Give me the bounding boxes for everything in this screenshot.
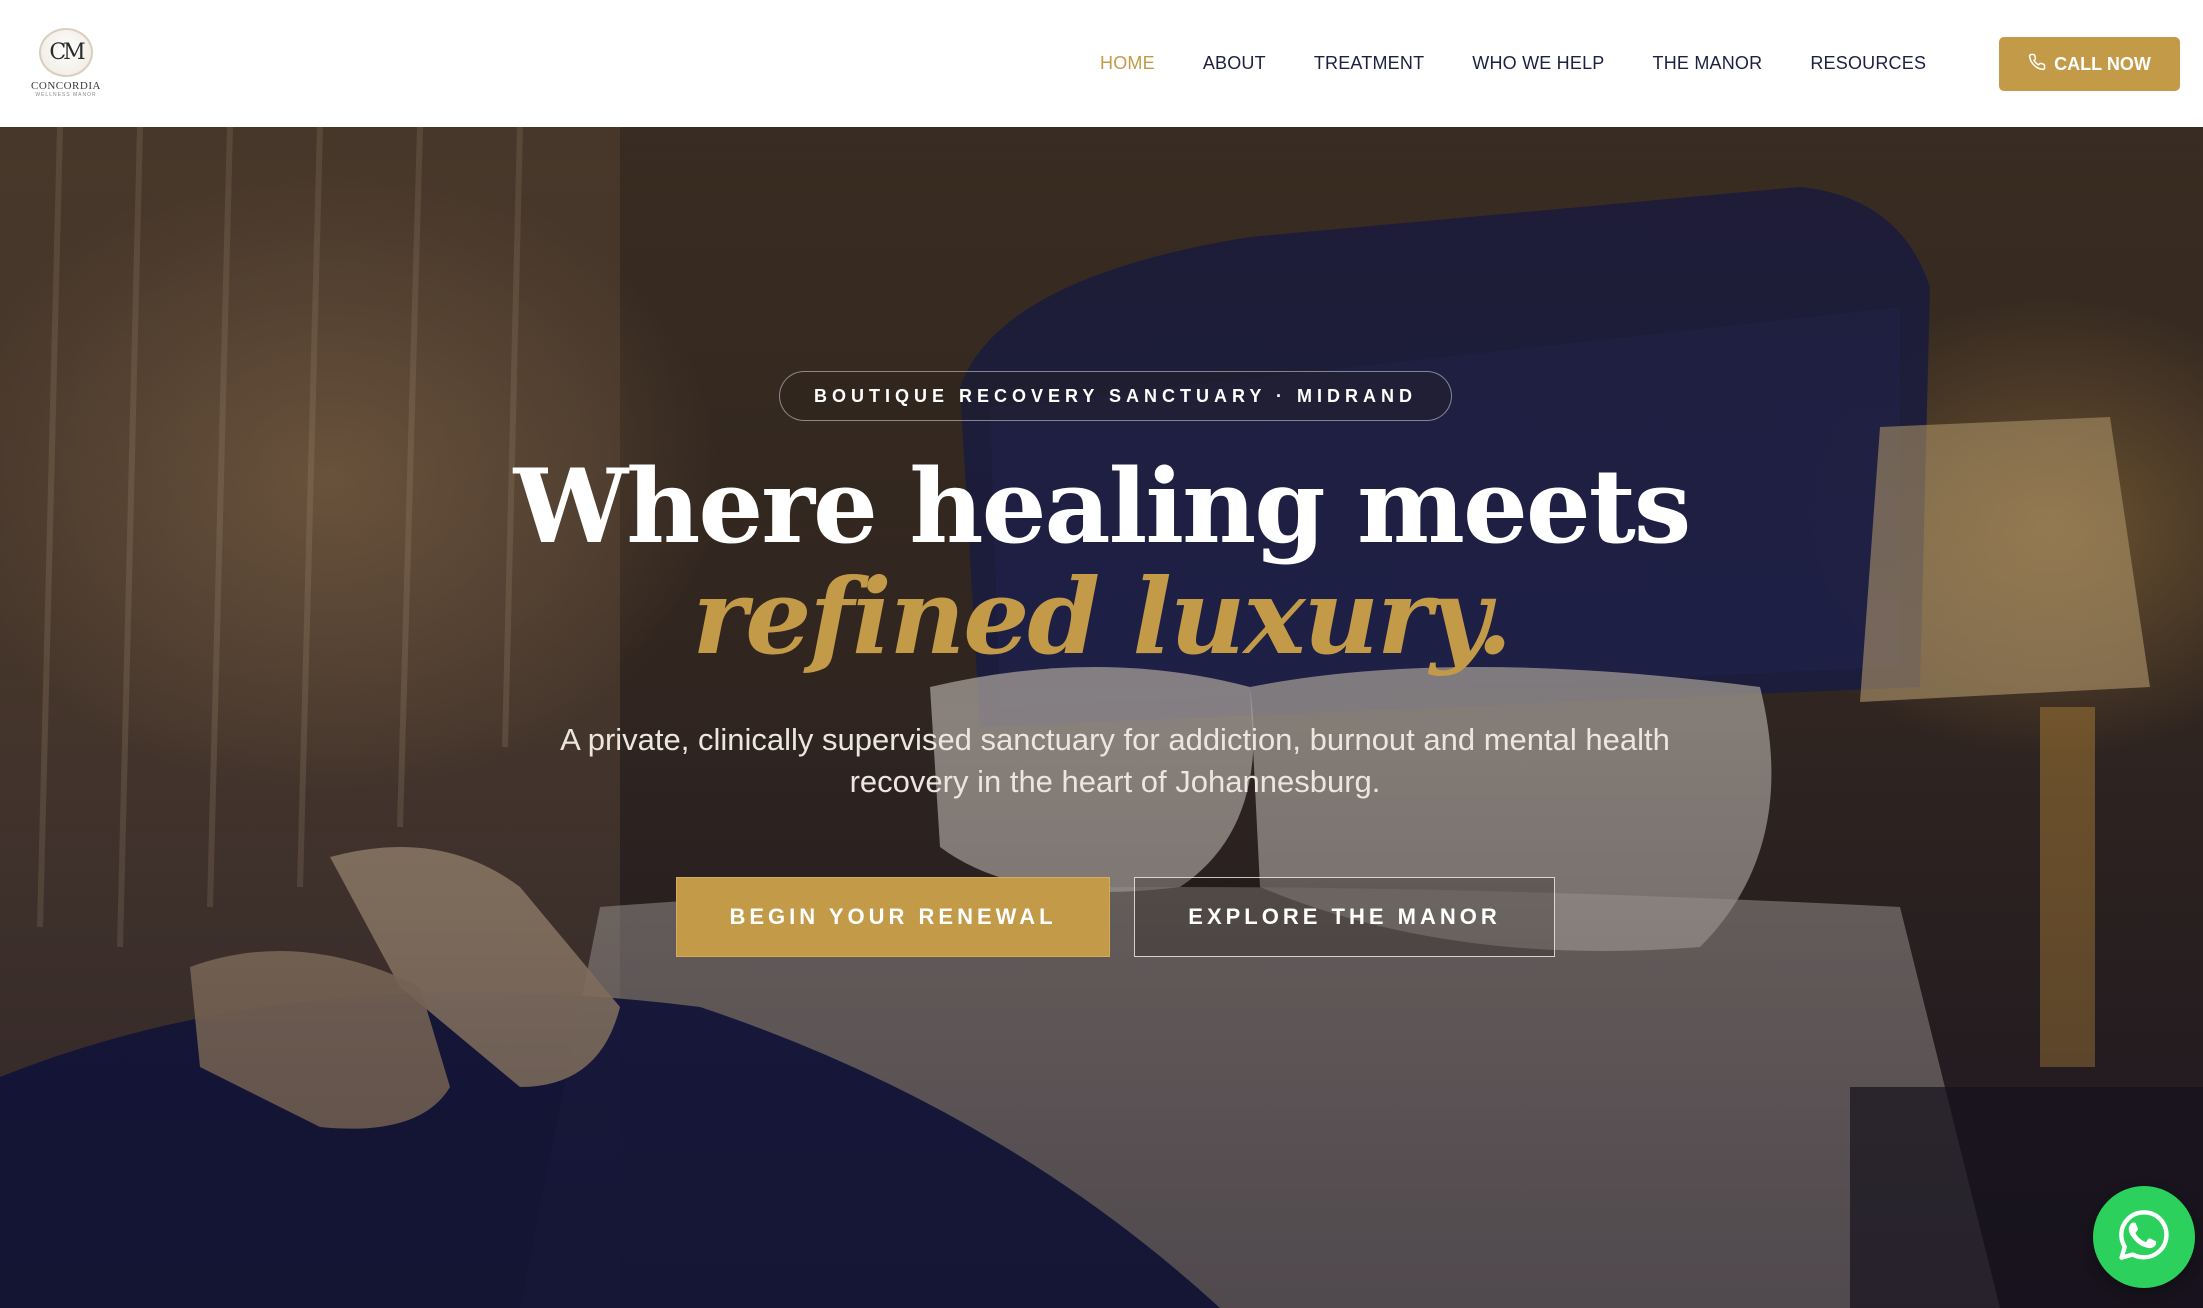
nav-item-who-we-help[interactable]: WHO WE HELP bbox=[1472, 53, 1604, 74]
whatsapp-icon bbox=[2115, 1206, 2173, 1269]
hero-headline: Where healing meets bbox=[513, 447, 1692, 567]
logo-tagline: WELLNESS MANOR bbox=[35, 92, 97, 98]
nav-item-resources[interactable]: RESOURCES bbox=[1810, 53, 1926, 74]
call-now-label: CALL NOW bbox=[2054, 53, 2151, 74]
call-now-button[interactable]: CALL NOW bbox=[1999, 37, 2180, 91]
main-nav: HOME ABOUT TREATMENT WHO WE HELP THE MAN… bbox=[1100, 0, 1974, 127]
nav-item-about[interactable]: ABOUT bbox=[1203, 53, 1266, 74]
logo-wordmark: CONCORDIA bbox=[31, 80, 101, 92]
nav-item-home[interactable]: HOME bbox=[1100, 53, 1155, 74]
hero-section: BOUTIQUE RECOVERY SANCTUARY · MIDRAND Wh… bbox=[0, 127, 2203, 1308]
begin-your-renewal-button[interactable]: BEGIN YOUR RENEWAL bbox=[676, 877, 1110, 957]
hero-headline-accent: refined luxury. bbox=[692, 555, 1512, 678]
explore-the-manor-button[interactable]: EXPLORE THE MANOR bbox=[1134, 877, 1555, 957]
nav-item-treatment[interactable]: TREATMENT bbox=[1314, 53, 1424, 74]
hero-badge: BOUTIQUE RECOVERY SANCTUARY · MIDRAND bbox=[779, 371, 1452, 421]
site-logo[interactable]: CM CONCORDIA WELLNESS MANOR bbox=[30, 28, 102, 98]
nav-item-the-manor[interactable]: THE MANOR bbox=[1653, 53, 1763, 74]
site-header: CM CONCORDIA WELLNESS MANOR HOME ABOUT T… bbox=[0, 0, 2203, 127]
whatsapp-chat-button[interactable] bbox=[2093, 1186, 2195, 1288]
hero-subtext: A private, clinically supervised sanctua… bbox=[560, 722, 1670, 799]
phone-icon bbox=[2028, 53, 2054, 76]
logo-monogram: CM bbox=[39, 28, 93, 77]
hero-overlay bbox=[0, 127, 2203, 1308]
